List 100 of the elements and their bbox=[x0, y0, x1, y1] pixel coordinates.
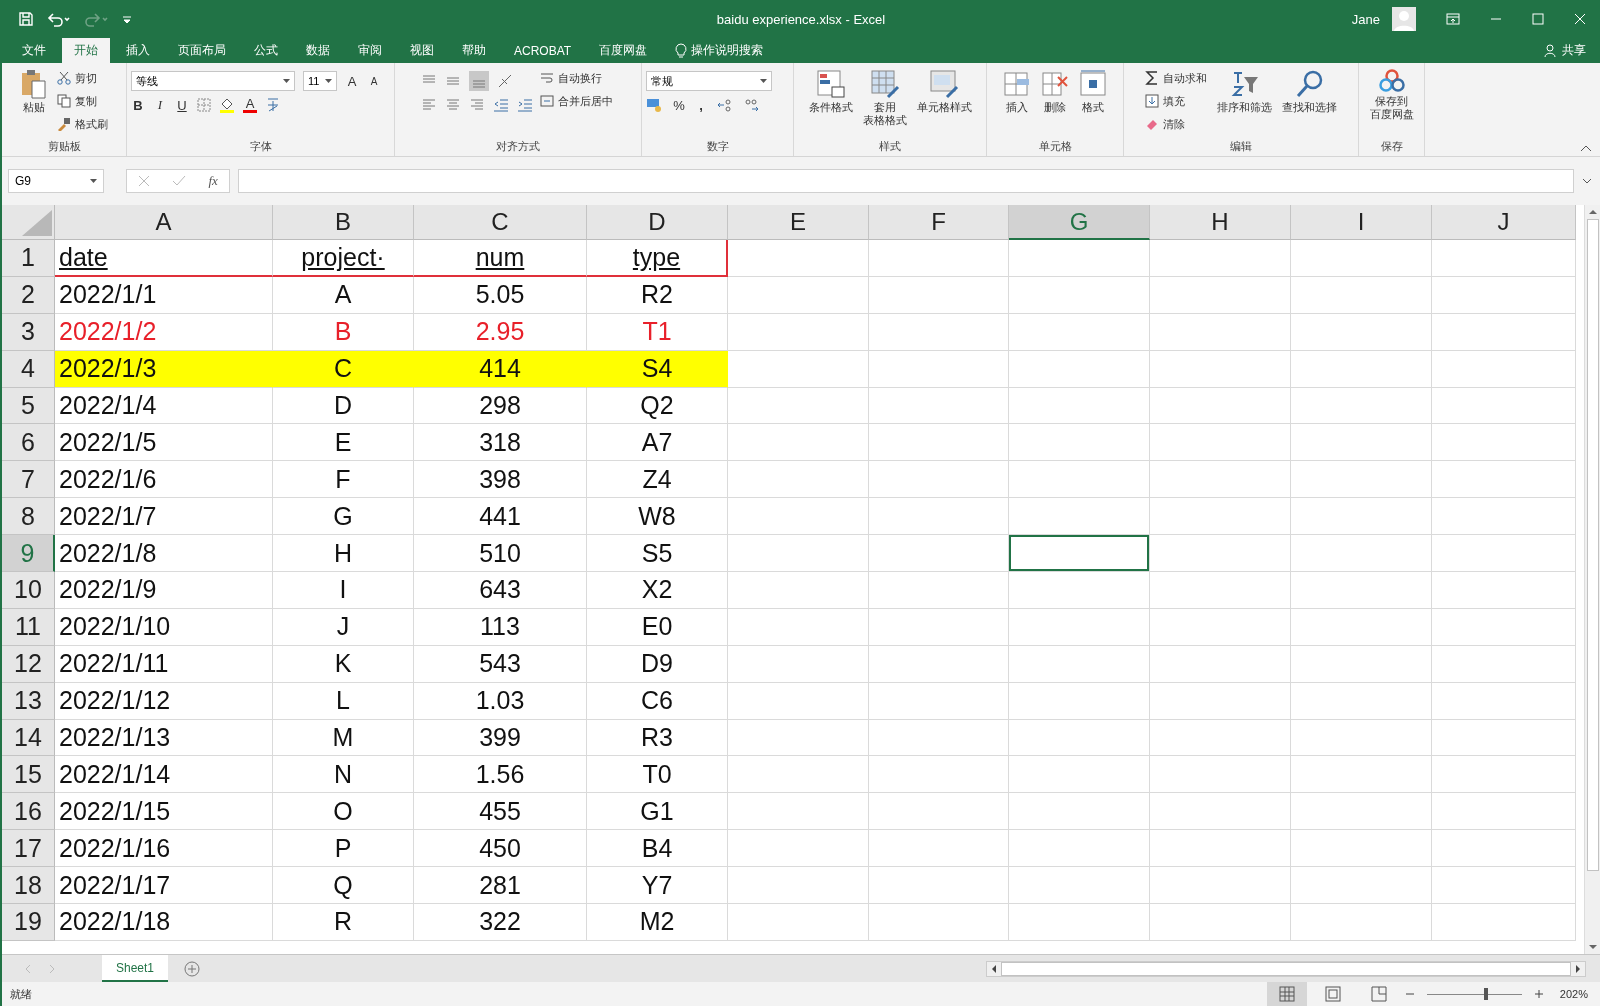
cut-button[interactable]: 剪切 bbox=[53, 67, 111, 89]
row-header[interactable]: 5 bbox=[2, 387, 55, 425]
person-icon[interactable] bbox=[1544, 43, 1558, 58]
row-header[interactable]: 11 bbox=[2, 608, 55, 646]
row-header[interactable]: 14 bbox=[2, 719, 55, 757]
copy-button[interactable]: 复制 bbox=[53, 90, 111, 112]
cancel-icon[interactable] bbox=[138, 175, 151, 187]
find-select-button[interactable]: 查找和选择 bbox=[1279, 67, 1340, 116]
ribbon-tab[interactable]: 百度网盘 bbox=[587, 38, 660, 63]
enter-icon[interactable] bbox=[172, 175, 187, 187]
merge-center-button[interactable]: 合并后居中 bbox=[536, 90, 616, 112]
align-left-icon[interactable] bbox=[420, 97, 437, 113]
save-to-cloud-button[interactable]: 保存到 百度网盘 bbox=[1366, 67, 1417, 123]
decrease-indent-icon[interactable] bbox=[492, 97, 509, 113]
fill-button[interactable]: 填充 bbox=[1142, 90, 1210, 112]
orientation-icon[interactable] bbox=[496, 73, 513, 89]
add-sheet-icon[interactable] bbox=[184, 960, 201, 977]
scroll-up-icon[interactable] bbox=[1587, 209, 1598, 215]
row-header[interactable]: 1 bbox=[2, 240, 55, 277]
ribbon-tab[interactable]: 视图 bbox=[398, 38, 446, 63]
zoom-in-icon[interactable] bbox=[1533, 989, 1544, 999]
underline-button[interactable]: U bbox=[175, 97, 189, 113]
delete-cells-button[interactable]: 删除 bbox=[1038, 67, 1072, 116]
font-name-field[interactable]: 等线 bbox=[131, 71, 295, 91]
column-header[interactable]: A bbox=[55, 205, 273, 240]
dropdown-arrow-icon[interactable] bbox=[760, 79, 767, 83]
collapse-ribbon-icon[interactable] bbox=[1580, 144, 1592, 152]
ribbon-tab[interactable]: 审阅 bbox=[346, 38, 394, 63]
clear-button[interactable]: 清除 bbox=[1142, 113, 1210, 135]
row-header[interactable]: 13 bbox=[2, 682, 55, 720]
grow-font-button[interactable]: A bbox=[345, 73, 359, 89]
undo-icon[interactable] bbox=[46, 11, 72, 27]
name-box[interactable]: G9 bbox=[8, 169, 104, 193]
comma-style-button[interactable]: , bbox=[694, 97, 708, 113]
dropdown-arrow-icon[interactable] bbox=[283, 79, 290, 83]
insert-function-button[interactable]: fx bbox=[208, 173, 218, 189]
ribbon-tab[interactable]: 开始 bbox=[62, 38, 110, 63]
row-header[interactable]: 17 bbox=[2, 830, 55, 868]
ribbon-tab[interactable]: ACROBAT bbox=[502, 38, 584, 63]
ribbon-tab[interactable]: 插入 bbox=[114, 38, 162, 63]
decrease-decimal-icon[interactable] bbox=[742, 97, 760, 113]
share-button[interactable]: 共享 bbox=[1562, 42, 1586, 59]
dropdown-arrow-icon[interactable] bbox=[325, 79, 332, 83]
row-header[interactable]: 7 bbox=[2, 461, 55, 499]
ribbon-display-icon[interactable] bbox=[1446, 13, 1460, 25]
ribbon-tab[interactable]: 页面布局 bbox=[166, 38, 238, 63]
phonetic-icon[interactable] bbox=[265, 97, 281, 113]
row-header[interactable]: 6 bbox=[2, 424, 55, 462]
ribbon-tab[interactable]: 数据 bbox=[294, 38, 342, 63]
currency-icon[interactable] bbox=[646, 97, 664, 113]
font-size-field[interactable]: 11 bbox=[303, 71, 337, 91]
number-format-field[interactable]: 常规 bbox=[646, 71, 772, 91]
row-header[interactable]: 18 bbox=[2, 867, 55, 905]
column-header[interactable]: B bbox=[273, 205, 414, 240]
column-header[interactable]: D bbox=[587, 205, 728, 240]
row-header[interactable]: 16 bbox=[2, 793, 55, 831]
row-header[interactable]: 15 bbox=[2, 756, 55, 794]
wrap-text-button[interactable]: 自动换行 bbox=[536, 67, 616, 89]
vertical-scrollbar[interactable] bbox=[1584, 205, 1600, 954]
row-header[interactable]: 19 bbox=[2, 904, 55, 941]
lightbulb-icon[interactable] bbox=[675, 42, 688, 59]
maximize-icon[interactable] bbox=[1532, 13, 1544, 25]
row-header[interactable]: 2 bbox=[2, 276, 55, 314]
shrink-font-button[interactable]: A bbox=[367, 75, 381, 87]
scroll-down-icon[interactable] bbox=[1587, 944, 1598, 950]
row-header[interactable]: 10 bbox=[2, 572, 55, 609]
ribbon-tab[interactable]: 文件 bbox=[10, 38, 58, 63]
row-header[interactable]: 8 bbox=[2, 498, 55, 536]
column-header[interactable]: H bbox=[1150, 205, 1291, 240]
sheet-tab[interactable]: Sheet1 bbox=[102, 955, 169, 982]
redo-icon[interactable] bbox=[84, 11, 110, 27]
align-right-icon[interactable] bbox=[468, 97, 485, 113]
increase-decimal-icon[interactable] bbox=[716, 97, 734, 113]
scroll-left-icon[interactable] bbox=[991, 963, 997, 974]
paste-button[interactable]: 粘贴 bbox=[17, 67, 50, 116]
select-all-button[interactable] bbox=[2, 205, 55, 240]
conditional-formatting-button[interactable]: 条件格式 bbox=[805, 67, 856, 116]
dropdown-arrow-icon[interactable] bbox=[90, 179, 97, 183]
ribbon-tab[interactable]: 帮助 bbox=[450, 38, 498, 63]
autosum-button[interactable]: 自动求和 bbox=[1142, 67, 1210, 89]
close-icon[interactable] bbox=[1574, 13, 1586, 25]
normal-view-icon[interactable] bbox=[1266, 982, 1307, 1006]
zoom-level[interactable]: 202% bbox=[1559, 988, 1588, 1000]
format-cells-button[interactable]: 格式 bbox=[1076, 67, 1110, 116]
align-center-icon[interactable] bbox=[444, 97, 461, 113]
row-header[interactable]: 4 bbox=[2, 350, 55, 388]
user-name[interactable]: Jane bbox=[1351, 11, 1380, 27]
column-header[interactable]: C bbox=[414, 205, 587, 240]
expand-icon[interactable] bbox=[1582, 178, 1592, 184]
italic-button[interactable]: I bbox=[153, 97, 167, 113]
ribbon-tab[interactable]: 公式 bbox=[242, 38, 290, 63]
cell-styles-button[interactable]: 单元格样式 bbox=[913, 67, 975, 116]
font-color-button[interactable]: A bbox=[243, 97, 257, 113]
row-header[interactable]: 3 bbox=[2, 313, 55, 351]
format-painter-button[interactable]: 格式刷 bbox=[53, 113, 111, 135]
insert-cells-button[interactable]: 插入 bbox=[1000, 67, 1034, 116]
tell-me-search[interactable]: 操作说明搜索 bbox=[691, 42, 764, 59]
borders-icon[interactable] bbox=[197, 98, 211, 112]
scroll-right-icon[interactable] bbox=[1575, 963, 1581, 974]
column-header[interactable]: J bbox=[1432, 205, 1576, 240]
